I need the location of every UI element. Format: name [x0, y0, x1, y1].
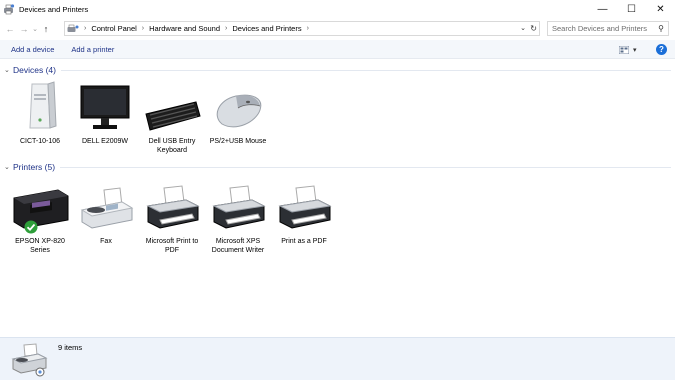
device-item[interactable]: Dell USB Entry Keyboard [139, 80, 205, 155]
recent-locations-chevron-icon[interactable]: ⌄ [31, 21, 39, 37]
printers-group-title[interactable]: Printers (5) [13, 162, 55, 172]
device-label: Dell USB Entry Keyboard [148, 138, 196, 154]
printer-label: EPSON XP-820 Series [15, 238, 65, 254]
printer-item[interactable]: Fax [73, 180, 139, 246]
devices-and-printers-window: Devices and Printers — ☐ ✕ ← → ⌄ ↑ › Con… [0, 0, 675, 380]
window-title: Devices and Printers [19, 4, 89, 14]
printer-item[interactable]: Microsoft Print to PDF [139, 180, 205, 255]
change-view-button[interactable]: ▾ [619, 44, 641, 55]
printer-label: Fax [100, 238, 112, 245]
breadcrumb-separator-icon[interactable]: › [142, 25, 144, 32]
address-dropdown-icon[interactable]: ⌄ [520, 22, 526, 35]
printer-icon [274, 180, 334, 236]
device-item[interactable]: DELL E2009W [72, 80, 138, 146]
group-divider [60, 166, 671, 168]
fax-printer-status-icon [10, 341, 48, 379]
address-bar[interactable]: › Control Panel › Hardware and Sound › D… [64, 21, 540, 36]
add-device-button[interactable]: Add a device [11, 45, 54, 54]
printer-label: Microsoft Print to PDF [145, 238, 199, 254]
window-controls: — ☐ ✕ [588, 0, 675, 18]
device-label: CICT-10-106 [19, 138, 61, 145]
default-printer-check-icon [24, 220, 38, 234]
breadcrumb-separator-icon: › [84, 25, 87, 32]
collapse-chevron-icon[interactable]: ⌄ [4, 163, 12, 171]
printer-item[interactable]: EPSON XP-820 Series [7, 180, 73, 255]
computer-tower-icon [10, 80, 70, 136]
refresh-icon[interactable]: ↻ [530, 22, 537, 35]
device-item[interactable]: PS/2+USB Mouse [205, 80, 271, 146]
monitor-icon [75, 80, 135, 136]
breadcrumb-devices-and-printers[interactable]: Devices and Printers [232, 24, 301, 33]
back-arrow-icon[interactable]: ← [3, 21, 17, 37]
maximize-button[interactable]: ☐ [617, 0, 646, 18]
close-button[interactable]: ✕ [646, 0, 675, 18]
item-count: 9 items [58, 343, 83, 352]
help-icon[interactable]: ? [656, 44, 667, 55]
breadcrumb-hardware-and-sound[interactable]: Hardware and Sound [149, 24, 220, 33]
view-icon [619, 45, 629, 54]
device-label: PS/2+USB Mouse [209, 138, 267, 145]
status-bar: 9 items [0, 337, 675, 380]
printer-item[interactable]: Microsoft XPS Document Writer [205, 180, 271, 255]
breadcrumb-separator-icon[interactable]: › [307, 25, 309, 32]
printer-item[interactable]: Print as a PDF [271, 180, 337, 246]
fax-icon [76, 180, 136, 236]
control-panel-location-icon [67, 24, 79, 34]
keyboard-icon [142, 80, 202, 136]
minimize-button[interactable]: — [588, 0, 617, 18]
printer-label: Microsoft XPS Document Writer [211, 238, 265, 254]
navigation-bar: ← → ⌄ ↑ › Control Panel › Hardware and S… [0, 19, 675, 39]
devices-group-title[interactable]: Devices (4) [13, 65, 56, 75]
printer-icon [142, 180, 202, 236]
device-label: DELL E2009W [81, 138, 129, 145]
search-icon[interactable]: ⚲ [658, 24, 664, 33]
printer-label: Print as a PDF [281, 238, 327, 245]
breadcrumb-separator-icon[interactable]: › [225, 25, 227, 32]
search-input[interactable] [552, 24, 652, 33]
inkjet-printer-icon [10, 180, 70, 236]
title-bar: Devices and Printers — ☐ ✕ [0, 0, 675, 18]
devices-group-header[interactable]: ⌄ Devices (4) [0, 63, 675, 77]
mouse-icon [208, 80, 268, 136]
add-printer-button[interactable]: Add a printer [71, 45, 114, 54]
up-arrow-icon[interactable]: ↑ [39, 21, 53, 37]
search-box[interactable]: ⚲ [547, 21, 669, 36]
breadcrumb-control-panel[interactable]: Control Panel [91, 24, 136, 33]
printers-group-header[interactable]: ⌄ Printers (5) [0, 160, 675, 174]
collapse-chevron-icon[interactable]: ⌄ [4, 66, 12, 74]
device-item[interactable]: CICT-10-106 [7, 80, 73, 146]
view-dropdown-icon[interactable]: ▾ [633, 46, 637, 54]
command-bar: Add a device Add a printer ▾ ? [0, 40, 675, 59]
group-divider [60, 69, 671, 71]
devices-printers-app-icon [3, 3, 15, 15]
forward-arrow-icon[interactable]: → [17, 21, 31, 37]
printer-icon [208, 180, 268, 236]
